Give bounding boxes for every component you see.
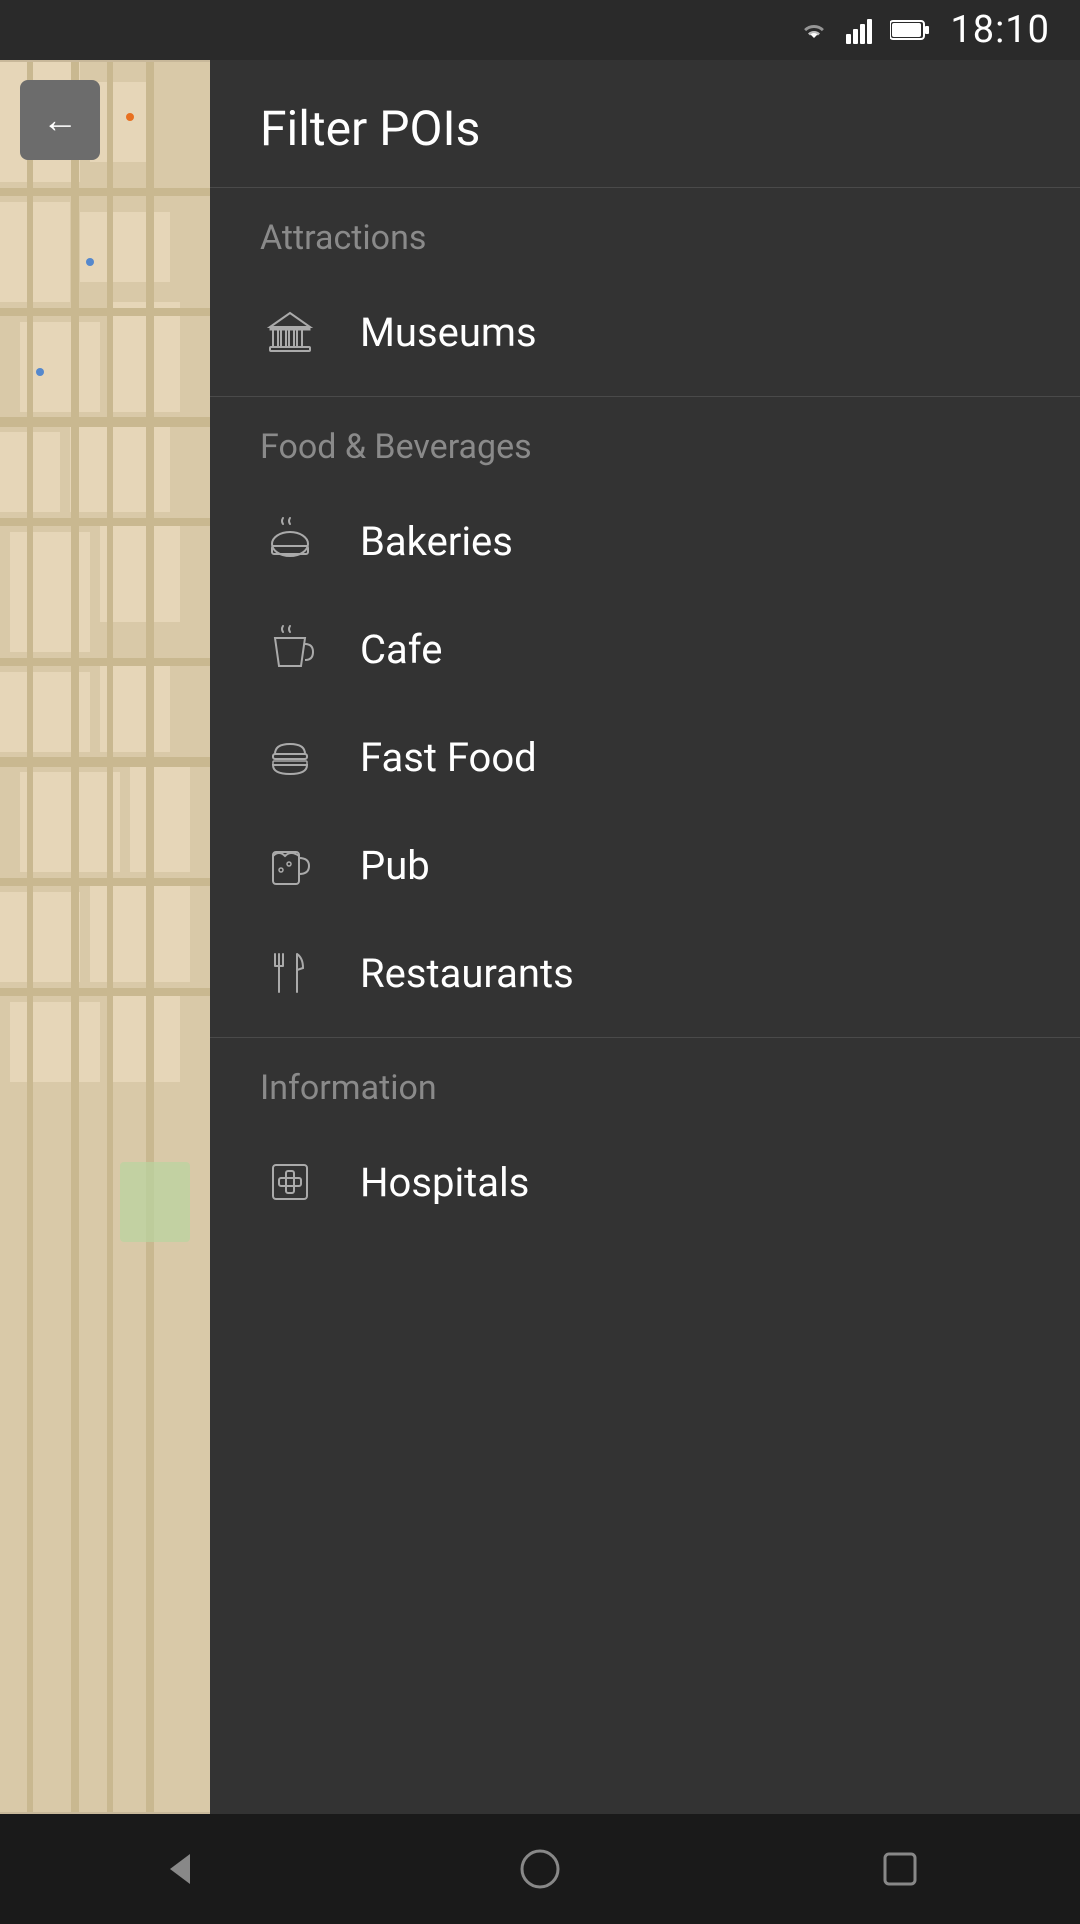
signal-icon [846, 16, 876, 44]
menu-item-cafe[interactable]: Cafe [210, 595, 1080, 703]
restaurants-label: Restaurants [360, 950, 574, 997]
museum-icon [260, 302, 320, 362]
status-bar: 18:10 [0, 0, 1080, 60]
section-label-attractions: Attractions [210, 218, 1080, 278]
panel-header: Filter POIs [210, 60, 1080, 188]
menu-item-fast-food[interactable]: Fast Food [210, 703, 1080, 811]
restaurant-icon [260, 943, 320, 1003]
section-label-information: Information [210, 1068, 1080, 1128]
pub-icon [260, 835, 320, 895]
menu-item-restaurants[interactable]: Restaurants [210, 919, 1080, 1027]
back-arrow-icon: ← [42, 99, 78, 141]
section-attractions: Attractions Museums [210, 188, 1080, 397]
section-information: Information Hospitals [210, 1038, 1080, 1246]
bakery-icon [260, 511, 320, 571]
nav-home-icon [515, 1844, 565, 1894]
museums-label: Museums [360, 309, 537, 356]
menu-item-museums[interactable]: Museums [210, 278, 1080, 386]
section-food-beverages: Food & Beverages Bakeries [210, 397, 1080, 1038]
wifi-icon [796, 16, 832, 44]
nav-recent-button[interactable] [860, 1829, 940, 1909]
nav-recent-icon [875, 1844, 925, 1894]
status-icons [796, 16, 930, 44]
fastfood-icon [260, 727, 320, 787]
bottom-nav [0, 1814, 1080, 1924]
map-svg [0, 60, 210, 1814]
fast-food-label: Fast Food [360, 734, 537, 781]
nav-back-icon [155, 1844, 205, 1894]
cafe-label: Cafe [360, 626, 442, 673]
menu-item-pub[interactable]: Pub [210, 811, 1080, 919]
map-area: ← [0, 60, 210, 1814]
section-label-food: Food & Beverages [210, 427, 1080, 487]
bakeries-label: Bakeries [360, 518, 513, 565]
status-time: 18:10 [950, 8, 1050, 52]
nav-back-button[interactable] [140, 1829, 220, 1909]
filter-panel: Filter POIs Attractions [210, 60, 1080, 1814]
cafe-icon [260, 619, 320, 679]
hospitals-label: Hospitals [360, 1159, 529, 1206]
battery-icon [890, 18, 930, 42]
back-button[interactable]: ← [20, 80, 100, 160]
hospital-icon [260, 1152, 320, 1212]
main-area: ← Filter POIs Attractions [0, 60, 1080, 1814]
menu-item-hospitals[interactable]: Hospitals [210, 1128, 1080, 1236]
panel-title: Filter POIs [260, 100, 1030, 157]
pub-label: Pub [360, 842, 430, 889]
menu-item-bakeries[interactable]: Bakeries [210, 487, 1080, 595]
nav-home-button[interactable] [500, 1829, 580, 1909]
